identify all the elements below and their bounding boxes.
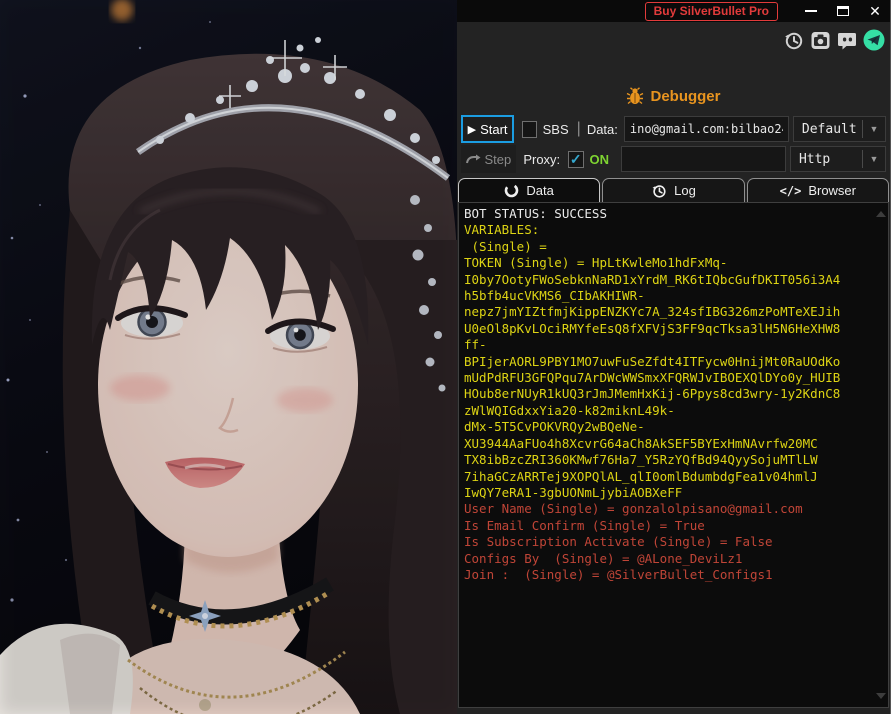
close-icon: ✕ [869, 3, 881, 19]
console-line: mUdPdRFU3GFQPqu7ArDWcWWSmxXFQRWJvIBOEXQl… [464, 370, 841, 386]
sbs-label: SBS [542, 121, 569, 137]
telegram-icon [863, 29, 885, 51]
portrait-image [0, 0, 457, 714]
console-line: h5bfb4ucVKMS6_CIbAKHIWR- [464, 288, 645, 304]
maximize-icon [837, 6, 849, 16]
discord-button[interactable] [836, 29, 858, 51]
history-icon [784, 32, 802, 49]
console-line: TX8ibBzcZRI360KMwf76Ha7_Y5RzYQfBd94QyySo… [464, 452, 818, 468]
data-label: Data: [586, 121, 618, 137]
minimize-button[interactable] [802, 3, 820, 19]
console-line: BPIjerAORL9PBY1MO7uwFuSeZfdt4ITFycw0Hnij… [464, 353, 841, 369]
quick-actions-row [457, 27, 890, 53]
separator: | [576, 120, 581, 137]
config-dropdown-value: Default [801, 121, 857, 137]
debugger-header: Debugger [457, 85, 890, 107]
console-line: HOub8erNUyR1kUQ3rJmJMemHxKij-6Ppys8cd3wr… [464, 386, 841, 402]
bot-output-console[interactable]: BOT STATUS: SUCCESS VARIABLES: (Single) … [458, 202, 889, 708]
console-line: XU3944AaFUo4h8XcvrG64aCh8AkSEF5BYExHmNAv… [464, 435, 818, 451]
minimize-icon [805, 10, 817, 12]
tab-data-label: Data [526, 183, 554, 198]
sbs-checkbox[interactable] [521, 120, 538, 138]
proxy-input[interactable] [620, 146, 786, 172]
console-line: Is Subscription Activate (Single) = Fals… [464, 534, 773, 550]
data-input[interactable] [623, 116, 789, 142]
console-line: BOT STATUS: SUCCESS [464, 206, 607, 221]
discord-icon [837, 32, 856, 49]
console-line: dMx-5T5CvPOKVRQy2wBQeNe- [464, 419, 645, 435]
proxy-type-dropdown-value: Http [798, 151, 831, 167]
proxy-on-label: ON [589, 151, 609, 167]
tab-log[interactable]: Log [602, 178, 745, 202]
console-line: U0eOl8pKvLOciRMYfeEsQ8fXFVjS3FF9qcTksa3l… [464, 320, 841, 336]
tab-log-label: Log [674, 183, 696, 198]
debugger-panel: Buy SilverBullet Pro ✕ Debugger ▶ Start … [457, 0, 891, 714]
scroll-down-icon[interactable] [876, 693, 886, 699]
console-line: TOKEN (Single) = HpLtKwleMo1hdFxMq- [464, 255, 728, 271]
start-button-label: Start [480, 121, 508, 137]
step-button-label: Step [484, 151, 512, 167]
start-button[interactable]: ▶ Start [461, 115, 515, 143]
history-button[interactable] [782, 29, 804, 51]
console-line: 7ihaGCzARRTej9XOPQlAL_qlI0omlBdumbdgFea1… [464, 468, 818, 484]
tab-browser-label: Browser [808, 183, 856, 198]
console-line: Is Email Confirm (Single) = True [464, 517, 705, 533]
console-line: IwQY7eRA1-3gbUONmLjybiAOBXeFF [464, 484, 683, 500]
bug-icon [627, 87, 644, 105]
proxy-label: Proxy: [523, 151, 561, 167]
screenshot-button[interactable] [809, 29, 831, 51]
buy-silverbullet-pro-button[interactable]: Buy SilverBullet Pro [644, 1, 778, 21]
camera-icon [811, 31, 829, 49]
scroll-up-icon[interactable] [876, 211, 886, 217]
console-line: User Name (Single) = gonzalolpisano@gmai… [464, 501, 803, 517]
console-line: I0by7OotyFWoSebknNaRD1xYrdM_RK6tIQbcGufD… [464, 271, 841, 287]
code-icon: </> [779, 183, 802, 198]
telegram-button[interactable] [863, 29, 885, 51]
console-line: Configs By (Single) = @ALone_DeviLz1 [464, 550, 743, 566]
maximize-button[interactable] [834, 3, 852, 19]
console-line: VARIABLES: [464, 222, 540, 238]
console-line: ff- [464, 337, 487, 353]
debugger-controls: ▶ Start SBS | Data: Default ▼ Step [457, 115, 890, 173]
console-line: Join : (Single) = @SilverBullet_Configs1 [464, 566, 773, 582]
step-arrow-icon [465, 154, 481, 163]
title-bar: Buy SilverBullet Pro ✕ [457, 0, 890, 22]
console-line: zWlWQIGdxxYia20-k82miknL49k- [464, 402, 675, 418]
history-icon [652, 184, 666, 198]
debugger-title: Debugger [650, 87, 721, 105]
portrait-illustration [0, 0, 457, 714]
tab-browser[interactable]: </> Browser [746, 178, 889, 202]
chevron-down-icon: ▼ [869, 124, 879, 134]
proxy-type-dropdown[interactable]: Http ▼ [789, 146, 887, 172]
close-button[interactable]: ✕ [866, 3, 884, 19]
refresh-icon [505, 183, 519, 198]
proxy-checkbox[interactable]: ✓ [567, 150, 584, 168]
controls-row-2: Step Proxy: ✓ ON Http ▼ [461, 145, 887, 173]
config-dropdown[interactable]: Default ▼ [792, 116, 887, 142]
chevron-down-icon: ▼ [869, 154, 879, 164]
console-line: nepz7jmYIZtfmjKippENZKYc7A_324sfIBG326mz… [464, 304, 841, 320]
tab-data[interactable]: Data [458, 178, 601, 202]
play-icon: ▶ [467, 123, 477, 136]
console-line: (Single) = [464, 238, 555, 254]
check-icon: ✓ [569, 151, 582, 167]
controls-row-1: ▶ Start SBS | Data: Default ▼ [461, 115, 887, 143]
step-button[interactable]: Step [461, 145, 516, 173]
output-tabbar: Data Log </> Browser [457, 178, 890, 202]
